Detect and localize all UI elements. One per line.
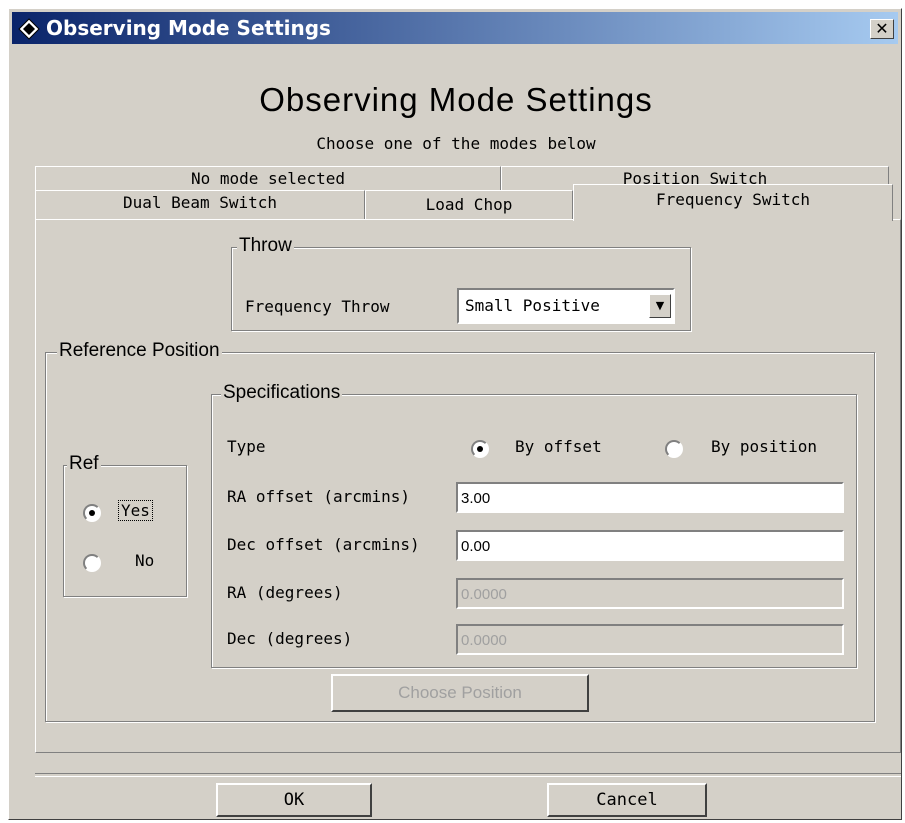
ok-button[interactable]: OK (216, 783, 372, 817)
frequency-throw-label: Frequency Throw (245, 297, 390, 316)
by-position-label: By position (711, 437, 817, 456)
tab-dual-beam-switch[interactable]: Dual Beam Switch (35, 190, 365, 220)
dec-degrees-field[interactable]: 0.0000 (456, 624, 844, 655)
ra-degrees-field[interactable]: 0.0000 (456, 578, 844, 609)
ra-degrees-label: RA (degrees) (227, 583, 343, 602)
dialog-window: Observing Mode Settings ✕ Observing Mode… (8, 8, 902, 820)
tab-frequency-switch[interactable]: Frequency Switch (573, 184, 893, 221)
frequency-throw-value: Small Positive (465, 296, 600, 315)
cancel-button[interactable]: Cancel (547, 783, 707, 817)
by-offset-label: By offset (515, 437, 602, 456)
choose-position-button[interactable]: Choose Position (331, 674, 589, 712)
close-button[interactable]: ✕ (870, 19, 894, 39)
ref-yes-label: Yes (118, 500, 153, 521)
dec-offset-field[interactable]: 0.00 (456, 530, 844, 561)
dec-degrees-label: Dec (degrees) (227, 629, 353, 648)
tab-label: Frequency Switch (655, 190, 811, 209)
reference-position-legend: Reference Position (57, 340, 222, 362)
close-icon: ✕ (875, 19, 889, 38)
frequency-throw-select[interactable]: Small Positive ▼ (457, 288, 675, 324)
ra-offset-field[interactable]: 3.00 (456, 482, 844, 513)
tab-load-chop[interactable]: Load Chop (365, 190, 573, 220)
page-title: Observing Mode Settings (259, 81, 653, 118)
by-position-radio[interactable] (665, 440, 683, 458)
ref-no-label: No (135, 551, 155, 570)
ref-no-radio[interactable] (83, 554, 101, 572)
footer-separator (35, 773, 901, 777)
ref-legend: Ref (67, 453, 101, 475)
title-bar[interactable]: Observing Mode Settings ✕ (12, 12, 898, 44)
tab-no-mode-selected[interactable]: No mode selected (35, 166, 501, 192)
ra-offset-label: RA offset (arcmins) (227, 487, 411, 506)
tab-label: Load Chop (425, 195, 513, 214)
dropdown-arrow-icon[interactable]: ▼ (649, 294, 671, 318)
dec-offset-label: Dec offset (arcmins) (227, 535, 420, 554)
type-label: Type (227, 437, 266, 456)
page-subtitle: Choose one of the modes below (316, 134, 596, 153)
ref-group (63, 465, 187, 597)
window-title: Observing Mode Settings (46, 16, 331, 40)
specifications-legend: Specifications (221, 382, 343, 404)
tab-label: Dual Beam Switch (122, 193, 278, 212)
throw-legend: Throw (237, 235, 294, 257)
by-offset-radio[interactable] (471, 440, 489, 458)
tab-label: No mode selected (190, 169, 346, 188)
ref-yes-radio[interactable] (83, 504, 101, 522)
app-icon (18, 18, 40, 40)
